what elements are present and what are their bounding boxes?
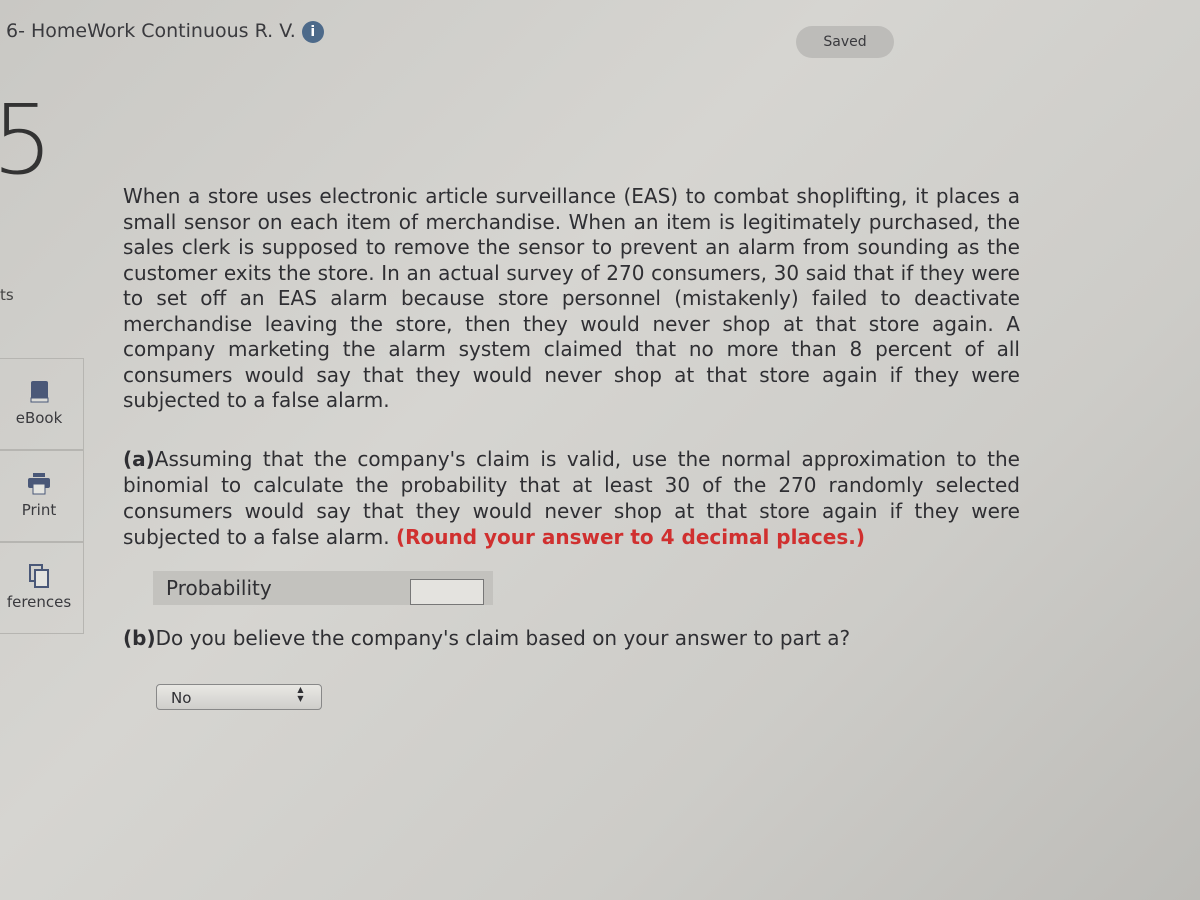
references-icon xyxy=(29,564,49,588)
saved-status: Saved xyxy=(796,26,894,58)
assignment-title: 6- HomeWork Continuous R. V. i xyxy=(6,20,324,43)
points-label: ts xyxy=(0,286,14,304)
part-b: (b)Do you believe the company's claim ba… xyxy=(123,626,851,650)
sidebar-item-ebook[interactable]: eBook xyxy=(0,358,84,450)
probability-label: Probability xyxy=(166,576,272,600)
question-text: When a store uses electronic article sur… xyxy=(123,184,1020,412)
select-arrows-icon: ▲▼ xyxy=(296,685,305,703)
question-number: 5 xyxy=(0,84,54,196)
info-icon[interactable]: i xyxy=(301,20,324,43)
rounding-note: (Round your answer to 4 decimal places.) xyxy=(395,525,865,549)
header-bar: 6- HomeWork Continuous R. V. i Saved xyxy=(0,0,1200,80)
sidebar-item-references[interactable]: ferences xyxy=(0,542,84,634)
printer-icon xyxy=(28,473,50,495)
probability-input[interactable] xyxy=(410,579,484,605)
part-a: (a)Assuming that the company's claim is … xyxy=(123,447,1020,549)
sidebar-item-print[interactable]: Print xyxy=(0,450,84,542)
book-icon xyxy=(30,381,49,403)
part-b-answer-select[interactable]: No ▲▼ xyxy=(156,684,322,710)
